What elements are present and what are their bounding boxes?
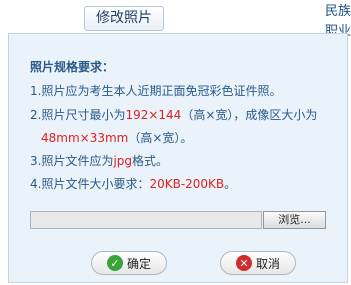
requirement-line-4: 4.照片文件大小要求：20KB-200KB。: [30, 177, 237, 191]
requirement-line-2-continued: 48mm×33mm（高×宽）。: [41, 131, 193, 145]
requirement-line-3: 3.照片文件应为jpg格式。: [30, 154, 169, 168]
close-icon: ✕: [235, 255, 252, 271]
requirement-line-1: 1.照片应为考生本人近期正面免冠彩色证件照。: [30, 84, 282, 98]
browse-button[interactable]: 浏览...: [263, 211, 326, 229]
requirements-title: 照片规格要求：: [30, 60, 115, 74]
cancel-button[interactable]: ✕ 取消: [220, 251, 296, 275]
requirement-line-2: 2.照片尺寸最小为192×144（高×宽），成像区大小为: [30, 108, 318, 122]
check-icon: ✓: [106, 255, 123, 271]
confirm-button[interactable]: ✓ 确定: [91, 251, 167, 275]
file-path-input[interactable]: [30, 211, 262, 229]
ethnicity-label: 民族: [325, 4, 351, 19]
photo-requirements-dialog: 照片规格要求： 1.照片应为考生本人近期正面免冠彩色证件照。 2.照片尺寸最小为…: [8, 33, 348, 283]
edit-photo-button[interactable]: 修改照片: [84, 6, 164, 31]
